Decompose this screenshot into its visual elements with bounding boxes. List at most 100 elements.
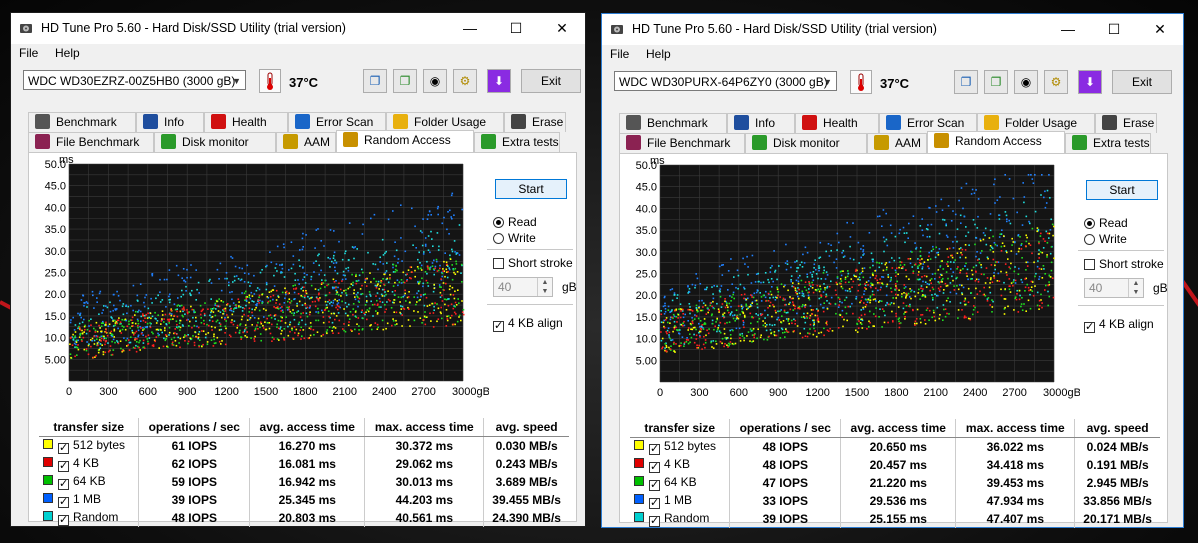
title-bar[interactable]: HD Tune Pro 5.60 - Hard Disk/SSD Utility…	[602, 14, 1183, 45]
tab-erase[interactable]: Erase	[504, 112, 566, 132]
tab-error-scan[interactable]: Error Scan	[879, 113, 977, 133]
tab-disk-monitor[interactable]: Disk monitor	[745, 133, 867, 153]
tab-info[interactable]: Info	[136, 112, 204, 132]
copy-info-button[interactable]: ❐	[954, 70, 978, 94]
short-stroke-checkbox[interactable]: Short stroke	[493, 256, 573, 270]
scatter-point	[294, 284, 296, 286]
scatter-point	[991, 299, 993, 301]
tab-health[interactable]: Health	[204, 112, 288, 132]
drive-select[interactable]: WDC WD30PURX-64P6ZY0 (3000 gB) ▼	[614, 71, 837, 91]
options-button[interactable]: ⚙	[1044, 70, 1068, 94]
tab-extra-tests[interactable]: Extra tests	[474, 132, 560, 152]
scatter-point	[275, 299, 278, 301]
save-button[interactable]: ⬇	[487, 69, 511, 93]
write-radio[interactable]: Write	[1084, 232, 1127, 246]
tab-random-access[interactable]: Random Access	[927, 131, 1065, 153]
scatter-point	[193, 341, 196, 344]
scatter-point	[348, 303, 350, 306]
tab-health[interactable]: Health	[795, 113, 879, 133]
align-checkbox[interactable]: ✓ 4 KB align	[493, 316, 563, 332]
maximize-icon[interactable]: ☐	[1091, 14, 1137, 45]
minimize-icon[interactable]: —	[1045, 14, 1091, 45]
scatter-point	[664, 302, 666, 305]
tab-file-benchmark[interactable]: File Benchmark	[619, 133, 745, 153]
exit-button[interactable]: Exit	[1112, 70, 1172, 94]
scatter-point	[288, 306, 290, 308]
tab-benchmark[interactable]: Benchmark	[619, 113, 727, 133]
series-checkbox[interactable]: ✓	[58, 461, 69, 472]
scatter-point	[394, 271, 397, 273]
title-bar[interactable]: HD Tune Pro 5.60 - Hard Disk/SSD Utility…	[11, 13, 585, 44]
start-button[interactable]: Start	[1086, 180, 1158, 200]
scatter-point	[1012, 197, 1015, 200]
copy-results-button[interactable]: ❐	[984, 70, 1008, 94]
tab-aam[interactable]: AAM	[867, 133, 927, 153]
series-checkbox[interactable]: ✓	[58, 497, 69, 508]
series-checkbox[interactable]: ✓	[649, 444, 660, 455]
exit-button[interactable]: Exit	[521, 69, 581, 93]
start-button[interactable]: Start	[495, 179, 567, 199]
scatter-point	[1052, 234, 1054, 237]
scatter-point	[369, 293, 371, 296]
scatter-point	[909, 303, 911, 306]
scatter-point	[308, 297, 311, 300]
options-button[interactable]: ⚙	[453, 69, 477, 93]
series-checkbox[interactable]: ✓	[58, 443, 69, 454]
tab-folder-usage[interactable]: Folder Usage	[386, 112, 504, 132]
menu-file[interactable]: File	[19, 46, 38, 60]
read-radio[interactable]: Read	[493, 215, 537, 229]
close-icon[interactable]: ✕	[1137, 14, 1183, 45]
close-icon[interactable]: ✕	[539, 13, 585, 44]
scatter-point	[875, 307, 877, 309]
align-checkbox[interactable]: ✓ 4 KB align	[1084, 317, 1154, 333]
read-radio[interactable]: Read	[1084, 216, 1128, 230]
drive-select[interactable]: WDC WD30EZRZ-00Z5HB0 (3000 gB) ▼	[23, 70, 246, 90]
write-radio[interactable]: Write	[493, 231, 536, 245]
scatter-point	[419, 280, 421, 283]
short-stroke-input[interactable]: 40 ▲ ▼	[493, 277, 553, 297]
menu-help[interactable]: Help	[646, 47, 671, 61]
copy-info-button[interactable]: ❐	[363, 69, 387, 93]
scatter-point	[242, 307, 244, 309]
series-checkbox[interactable]: ✓	[649, 498, 660, 509]
maximize-icon[interactable]: ☐	[493, 13, 539, 44]
copy-results-button[interactable]: ❐	[393, 69, 417, 93]
scatter-point	[939, 265, 942, 267]
scatter-point	[919, 255, 922, 258]
scatter-point	[1018, 267, 1020, 270]
scatter-point	[107, 342, 109, 344]
menu-file[interactable]: File	[610, 47, 629, 61]
series-checkbox[interactable]: ✓	[649, 480, 660, 491]
tab-extra-tests[interactable]: Extra tests	[1065, 133, 1151, 153]
short-stroke-input[interactable]: 40 ▲ ▼	[1084, 278, 1144, 298]
series-checkbox[interactable]: ✓	[58, 479, 69, 490]
scatter-point	[1000, 288, 1002, 291]
scatter-point	[762, 324, 765, 327]
tab-disk-monitor[interactable]: Disk monitor	[154, 132, 276, 152]
tab-aam[interactable]: AAM	[276, 132, 336, 152]
series-checkbox[interactable]: ✓	[649, 516, 660, 527]
tab-erase[interactable]: Erase	[1095, 113, 1157, 133]
save-button[interactable]: ⬇	[1078, 70, 1102, 94]
column-header: max. access time	[364, 418, 485, 437]
spinner-arrows-icon[interactable]: ▲ ▼	[1128, 279, 1143, 297]
series-checkbox[interactable]: ✓	[58, 515, 69, 526]
tab-info[interactable]: Info	[727, 113, 795, 133]
tab-benchmark[interactable]: Benchmark	[28, 112, 136, 132]
tab-error-scan[interactable]: Error Scan	[288, 112, 386, 132]
screenshot-button[interactable]: ◉	[423, 69, 447, 93]
scatter-point	[961, 253, 963, 256]
minimize-icon[interactable]: —	[447, 13, 493, 44]
scatter-point	[224, 318, 226, 321]
screenshot-button[interactable]: ◉	[1014, 70, 1038, 94]
scatter-point	[913, 290, 916, 293]
series-checkbox[interactable]: ✓	[649, 462, 660, 473]
spinner-arrows-icon[interactable]: ▲ ▼	[537, 278, 552, 296]
tab-random-access[interactable]: Random Access	[336, 130, 474, 152]
tab-folder-usage[interactable]: Folder Usage	[977, 113, 1095, 133]
menu-help[interactable]: Help	[55, 46, 80, 60]
tab-file-benchmark[interactable]: File Benchmark	[28, 132, 154, 152]
scatter-point	[298, 259, 300, 261]
scatter-point	[175, 264, 178, 267]
short-stroke-checkbox[interactable]: Short stroke	[1084, 257, 1164, 271]
